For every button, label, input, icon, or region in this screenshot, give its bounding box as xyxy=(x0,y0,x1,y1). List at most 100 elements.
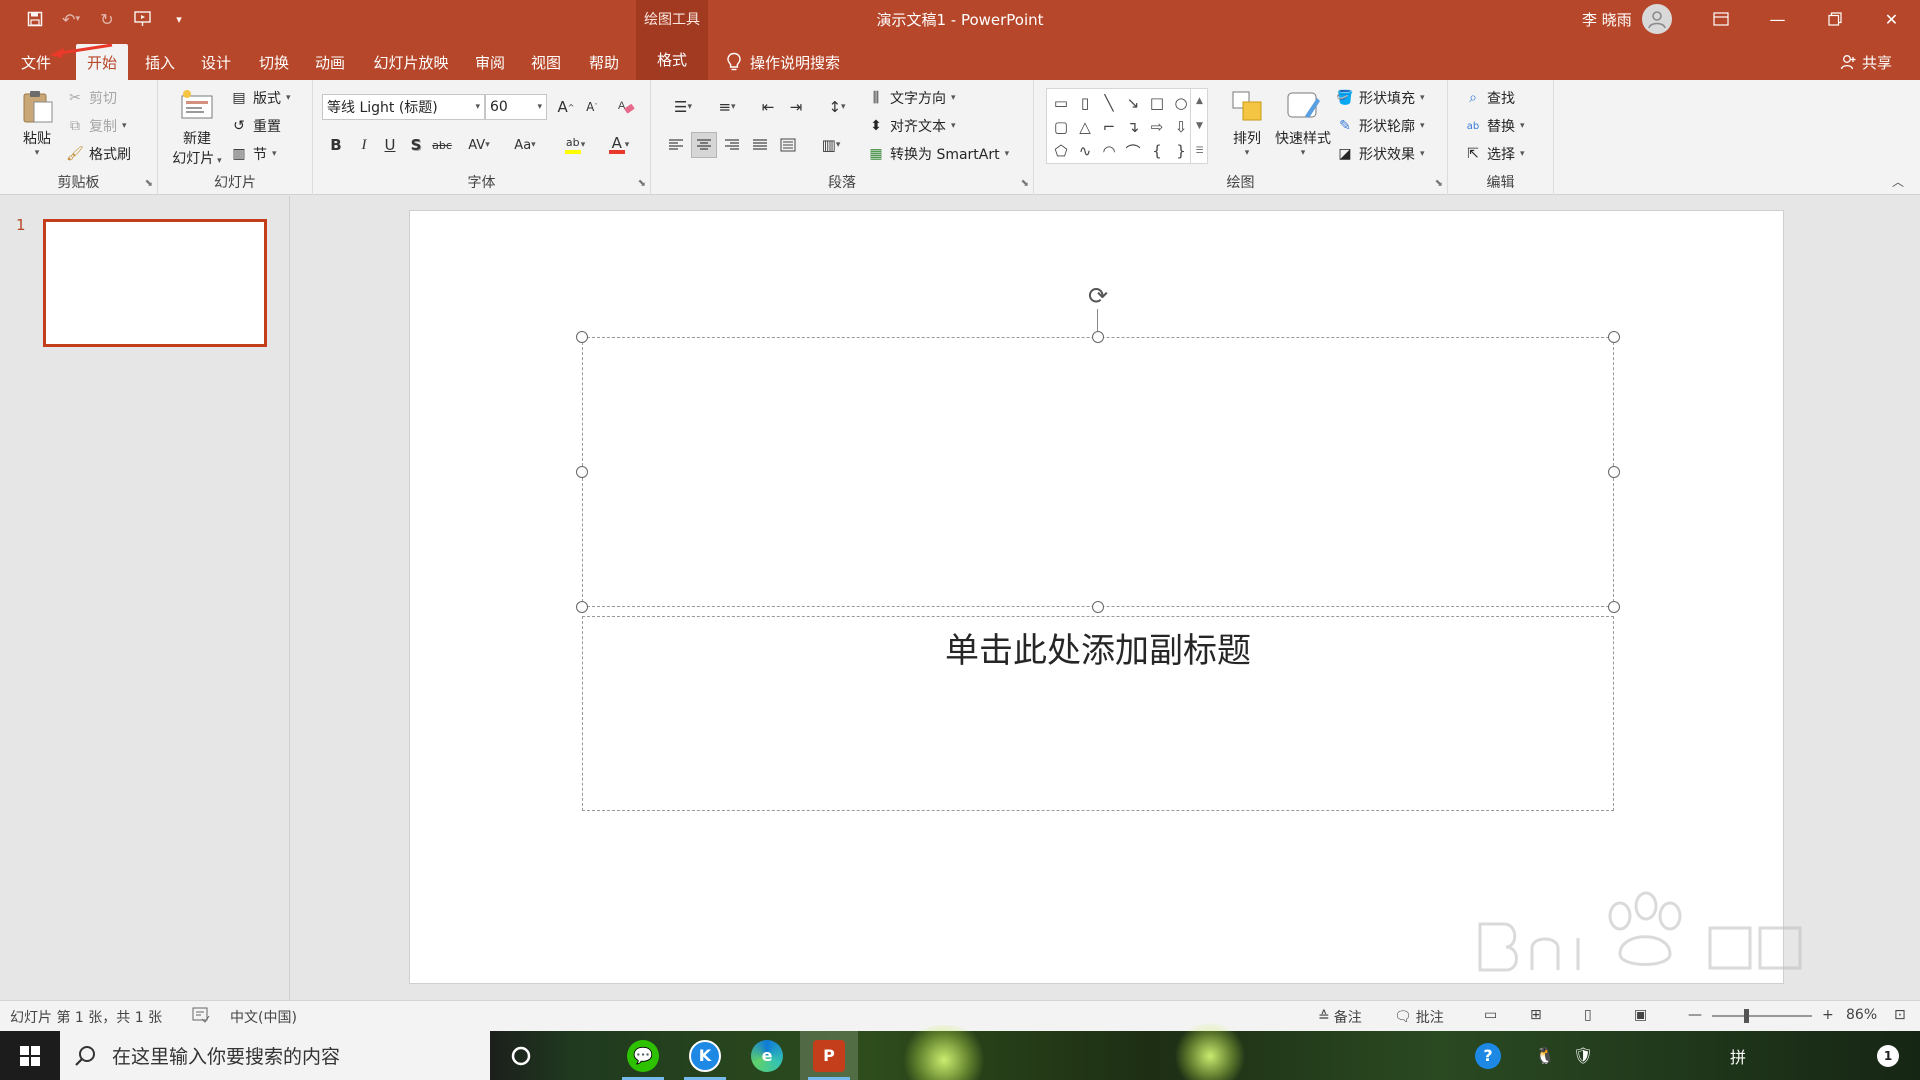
fit-to-window-icon[interactable]: ⊡ xyxy=(1894,1007,1906,1023)
close-icon[interactable]: ✕ xyxy=(1863,0,1920,38)
arrow-line-shape-icon[interactable]: ↘ xyxy=(1123,93,1143,113)
cut-button[interactable]: ✂ 剪切 xyxy=(66,86,117,110)
zoom-slider[interactable] xyxy=(1712,1015,1812,1017)
layout-button[interactable]: ▤ 版式 ▾ xyxy=(230,86,290,110)
vertical-textbox-shape-icon[interactable]: ▯ xyxy=(1075,93,1095,113)
resize-handle[interactable] xyxy=(576,466,588,478)
copy-button[interactable]: ⧉ 复制 ▾ xyxy=(66,114,127,138)
subtitle-placeholder[interactable]: 单击此处添加副标题 xyxy=(582,616,1614,811)
grow-font-button[interactable]: A ^ xyxy=(553,94,579,120)
notification-icon[interactable]: 1 xyxy=(1870,1031,1906,1080)
italic-button[interactable]: I xyxy=(351,132,377,158)
line-shape-icon[interactable]: ╲ xyxy=(1099,93,1119,113)
triangle-shape-icon[interactable]: △ xyxy=(1075,117,1095,137)
elbow-arrow-shape-icon[interactable]: ↴ xyxy=(1123,117,1143,137)
title-placeholder[interactable] xyxy=(576,331,1620,613)
collapse-ribbon-icon[interactable]: ︿ xyxy=(1892,173,1904,190)
tab-review[interactable]: 审阅 xyxy=(464,44,516,80)
slide-count-status[interactable]: 幻灯片 第 1 张，共 1 张 xyxy=(10,1007,162,1027)
slideshow-view-icon[interactable]: ▣ xyxy=(1634,1007,1647,1023)
tell-me-search[interactable]: 操作说明搜索 xyxy=(726,44,840,80)
character-spacing-button[interactable]: AV ▾ xyxy=(459,132,499,158)
bullets-button[interactable]: ☰ ▾ xyxy=(663,94,703,120)
rounded-rect-shape-icon[interactable]: ▢ xyxy=(1051,117,1071,137)
restore-icon[interactable] xyxy=(1806,0,1863,38)
k-app-button[interactable]: K xyxy=(676,1031,734,1080)
copy-dropdown-icon[interactable]: ▾ xyxy=(122,121,127,131)
gallery-more-icon[interactable]: ☰ xyxy=(1195,146,1203,156)
gallery-up-icon[interactable]: ▲ xyxy=(1196,96,1203,106)
distributed-icon[interactable] xyxy=(775,132,801,158)
freeform-shape-icon[interactable]: ⬠ xyxy=(1051,141,1071,161)
tab-help[interactable]: 帮助 xyxy=(578,44,630,80)
language-status[interactable]: 中文(中国) xyxy=(230,1007,297,1027)
replace-button[interactable]: ab 替换 ▾ xyxy=(1464,114,1525,138)
smartart-button[interactable]: ▦ 转换为 SmartArt ▾ xyxy=(867,142,1009,166)
gallery-down-icon[interactable]: ▼ xyxy=(1196,121,1203,131)
resize-handle[interactable] xyxy=(1608,331,1620,343)
zoom-slider-thumb[interactable] xyxy=(1744,1009,1749,1023)
font-name-combo[interactable]: 等线 Light (标题) ▾ xyxy=(322,94,485,120)
ime-indicator[interactable]: 拼 xyxy=(1722,1031,1754,1080)
shapes-gallery[interactable]: ▭ ▯ ╲ ↘ □ ○ ▢ △ ⌐ ↴ ⇨ ⇩ ⬠ ∿ ◠ ⌒ { } xyxy=(1046,88,1208,164)
line-spacing-button[interactable]: ↕ ▾ xyxy=(819,94,855,120)
normal-view-icon[interactable]: ▭ xyxy=(1484,1007,1497,1023)
tab-transitions[interactable]: 切换 xyxy=(248,44,300,80)
tab-design[interactable]: 设计 xyxy=(190,44,242,80)
arrange-button[interactable]: 排列 ▾ xyxy=(1222,88,1272,158)
new-slide-button[interactable]: 新建 幻灯片 ▾ xyxy=(166,88,228,168)
justify-icon[interactable] xyxy=(747,132,773,158)
reading-view-icon[interactable]: ▯ xyxy=(1584,1007,1592,1023)
font-size-dropdown-icon[interactable]: ▾ xyxy=(537,102,542,112)
share-button[interactable]: 共享 xyxy=(1840,44,1892,80)
shape-outline-button[interactable]: ✎ 形状轮廓 ▾ xyxy=(1336,114,1424,138)
resize-handle[interactable] xyxy=(576,601,588,613)
reset-button[interactable]: ↺ 重置 xyxy=(230,114,281,138)
zoom-out-icon[interactable]: — xyxy=(1688,1007,1702,1023)
clipboard-dialog-launcher-icon[interactable]: ⬊ xyxy=(145,178,153,189)
paste-dropdown-icon[interactable]: ▾ xyxy=(35,148,40,158)
textbox-shape-icon[interactable]: ▭ xyxy=(1051,93,1071,113)
slide-thumbnail[interactable] xyxy=(43,219,267,347)
format-painter-button[interactable]: 🖌 格式刷 xyxy=(66,142,131,166)
ribbon-display-options-icon[interactable] xyxy=(1692,0,1749,38)
curve-shape-icon[interactable]: ⌒ xyxy=(1123,141,1143,161)
right-arrow-shape-icon[interactable]: ⇨ xyxy=(1147,117,1167,137)
text-direction-button[interactable]: ⫼ 文字方向 ▾ xyxy=(867,86,956,110)
zoom-in-icon[interactable]: + xyxy=(1822,1007,1834,1023)
left-brace-shape-icon[interactable]: { xyxy=(1147,141,1167,161)
edge-button[interactable]: e xyxy=(738,1031,796,1080)
start-button[interactable] xyxy=(0,1031,60,1080)
notes-button[interactable]: ≙ 备注 xyxy=(1318,1007,1362,1027)
arc-shape-icon[interactable]: ◠ xyxy=(1099,141,1119,161)
spell-check-icon[interactable] xyxy=(192,1007,210,1023)
right-brace-shape-icon[interactable]: } xyxy=(1171,141,1191,161)
resize-handle[interactable] xyxy=(1092,601,1104,613)
powerpoint-button[interactable]: P xyxy=(800,1031,858,1080)
zoom-level[interactable]: 86% xyxy=(1846,1007,1877,1023)
minimize-icon[interactable]: — xyxy=(1749,0,1806,38)
decrease-indent-icon[interactable]: ⇤ xyxy=(755,94,781,120)
align-center-icon[interactable] xyxy=(691,132,717,158)
undo-icon[interactable]: ↶ ▾ xyxy=(56,6,86,32)
font-name-dropdown-icon[interactable]: ▾ xyxy=(475,102,480,112)
align-left-icon[interactable] xyxy=(663,132,689,158)
rectangle-shape-icon[interactable]: □ xyxy=(1147,93,1167,113)
highlight-color-button[interactable]: ab ▾ xyxy=(555,132,595,158)
select-button[interactable]: ⇱ 选择 ▾ xyxy=(1464,142,1524,166)
quick-styles-button[interactable]: 快速样式 ▾ xyxy=(1270,88,1336,158)
help-icon[interactable]: ? xyxy=(1468,1031,1508,1080)
shape-effects-button[interactable]: ◪ 形状效果 ▾ xyxy=(1336,142,1424,166)
underline-button[interactable]: U xyxy=(377,132,403,158)
resize-handle[interactable] xyxy=(1608,601,1620,613)
drawing-dialog-launcher-icon[interactable]: ⬊ xyxy=(1435,178,1443,189)
tab-slideshow[interactable]: 幻灯片放映 xyxy=(362,44,460,80)
shape-fill-button[interactable]: 🪣 形状填充 ▾ xyxy=(1336,86,1424,110)
comments-button[interactable]: 🗨 批注 xyxy=(1394,1007,1444,1027)
font-size-combo[interactable]: 60 ▾ xyxy=(485,94,547,120)
redo-icon[interactable]: ↻ xyxy=(92,6,122,32)
wechat-button[interactable]: 💬 xyxy=(614,1031,672,1080)
slide-sorter-icon[interactable]: ⊞ xyxy=(1530,1007,1542,1023)
oval-shape-icon[interactable]: ○ xyxy=(1171,93,1191,113)
increase-indent-icon[interactable]: ⇥ xyxy=(783,94,809,120)
